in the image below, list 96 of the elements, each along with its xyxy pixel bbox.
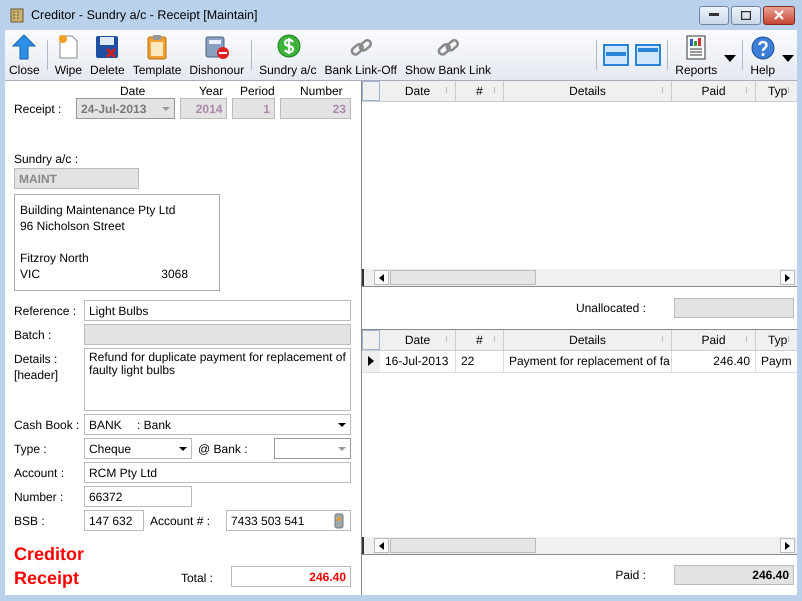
caret-icon — [162, 106, 170, 110]
column-header[interactable]: Date — [380, 330, 456, 350]
field-label: Account : — [14, 466, 66, 480]
help-icon — [750, 36, 775, 60]
window-panel-icon — [603, 44, 630, 66]
cheque-number-field[interactable]: 66372 — [84, 486, 192, 507]
toolbar-button[interactable]: Help — [746, 30, 779, 80]
window-panel-icon — [635, 44, 662, 66]
caret-icon — [179, 446, 187, 450]
form-title: Creditor Receipt — [14, 543, 86, 590]
address-line: 3068 — [161, 266, 188, 282]
toolbar-button[interactable]: Bank Link-Off — [320, 30, 401, 80]
field-label: Unallocated : — [576, 300, 646, 315]
row-header — [362, 330, 380, 350]
total-label: Total : — [181, 571, 214, 585]
field-label: Type : — [14, 442, 48, 456]
caret-icon — [782, 54, 794, 62]
column-header[interactable]: Details — [504, 81, 672, 101]
column-header[interactable]: Date — [380, 81, 456, 101]
type-dropdown[interactable]: Cheque — [84, 438, 192, 459]
minimize-button[interactable] — [699, 6, 729, 24]
close-button[interactable] — [763, 6, 795, 24]
field-label: @ Bank : — [198, 442, 249, 456]
calculator-icon — [204, 34, 230, 60]
caret-icon — [338, 446, 346, 450]
horizontal-scrollbar[interactable] — [362, 269, 797, 286]
column-header: Date — [120, 84, 146, 98]
toolbar-button[interactable]: Close — [5, 30, 44, 80]
row-pointer-icon — [368, 356, 374, 366]
column-header: Year — [199, 84, 224, 98]
field-label: BSB : — [14, 514, 46, 528]
column-header[interactable]: Typ — [756, 81, 797, 101]
left-arrow-icon — [379, 542, 384, 550]
column-header: Number — [300, 84, 343, 98]
horizontal-scrollbar[interactable] — [362, 537, 797, 554]
toolbar-button[interactable]: Reports — [671, 30, 722, 80]
column-header[interactable]: Typ — [756, 330, 797, 350]
cash-book-dropdown[interactable]: BANK : Bank — [84, 414, 351, 435]
address-line: Fitzroy North — [20, 250, 90, 266]
field-label: Cash Book : — [14, 418, 80, 432]
field-label: Number : — [14, 490, 64, 504]
table-cell-text: Paym — [760, 353, 793, 370]
address-line: Building Maintenance Pty Ltd — [20, 202, 176, 218]
paid-field: 246.40 — [674, 565, 794, 586]
phone-icon — [334, 512, 344, 528]
right-arrow-icon — [785, 542, 790, 550]
table-cell: 246.40 — [672, 350, 756, 372]
row-header — [362, 81, 380, 101]
total-field: 246.40 — [231, 566, 351, 587]
caret-icon — [724, 54, 736, 62]
field-label: Reference : — [14, 304, 78, 318]
bsb-field[interactable]: 147 632 — [84, 510, 144, 531]
column-header[interactable]: # — [456, 81, 504, 101]
toolbar-button[interactable]: Wipe — [50, 30, 86, 80]
reference-field[interactable]: Light Bulbs — [84, 300, 351, 321]
column-header[interactable]: # — [456, 330, 504, 350]
close-icon — [774, 10, 784, 20]
account-field[interactable]: RCM Pty Ltd — [84, 462, 351, 483]
details-textarea[interactable]: Refund for duplicate payment for replacement of faulty light bulbs — [84, 348, 351, 411]
dollar-coin-icon — [274, 34, 301, 60]
address-line: 96 Nicholson Street — [20, 218, 126, 234]
toolbar-button[interactable]: Template — [128, 30, 186, 80]
column-header: Period — [240, 84, 275, 98]
window-title: Creditor - Sundry a/c - Receipt [Maintain] — [31, 8, 258, 22]
toolbar-button[interactable]: Sundry a/c — [255, 30, 320, 80]
minimize-icon — [709, 13, 719, 17]
new-page-icon — [57, 34, 80, 60]
up-arrow-icon — [12, 34, 36, 60]
field-label: [header] — [14, 368, 60, 382]
table-cell: 16-Jul-2013 — [380, 350, 456, 372]
maximize-icon — [741, 10, 751, 20]
left-arrow-icon — [379, 274, 384, 282]
grid-row[interactable]: 16-Jul-2013 22 Payment for replacement of fa 246.40 Paym — [362, 350, 797, 373]
clipboard-icon — [147, 34, 168, 60]
column-header[interactable]: Paid — [672, 81, 756, 101]
field-label: Paid : — [615, 568, 646, 582]
field-label: Account # : — [150, 514, 212, 528]
batch-field[interactable] — [84, 324, 351, 345]
bank-dropdown[interactable] — [274, 438, 351, 459]
table-cell: 22 — [456, 350, 504, 372]
field-label: Details : — [14, 352, 58, 366]
toolbar-button[interactable]: Show Bank Link — [400, 30, 496, 80]
column-header[interactable]: Paid — [672, 330, 756, 350]
building-icon — [9, 7, 25, 23]
toolbar-button[interactable]: Dishonour — [185, 30, 248, 80]
field-label: Batch : — [14, 328, 52, 342]
account-number-field[interactable]: 7433 503 541 — [226, 510, 351, 531]
address-line: VIC — [20, 266, 40, 282]
report-document-icon — [685, 34, 708, 60]
toolbar-button[interactable]: Delete — [86, 30, 129, 80]
field-label: Sundry a/c : — [14, 152, 80, 166]
column-header[interactable]: Details — [504, 330, 672, 350]
maximize-button[interactable] — [731, 6, 761, 24]
caret-icon — [338, 422, 346, 426]
right-arrow-icon — [785, 274, 790, 282]
table-cell: Payment for replacement of fa — [504, 350, 672, 372]
